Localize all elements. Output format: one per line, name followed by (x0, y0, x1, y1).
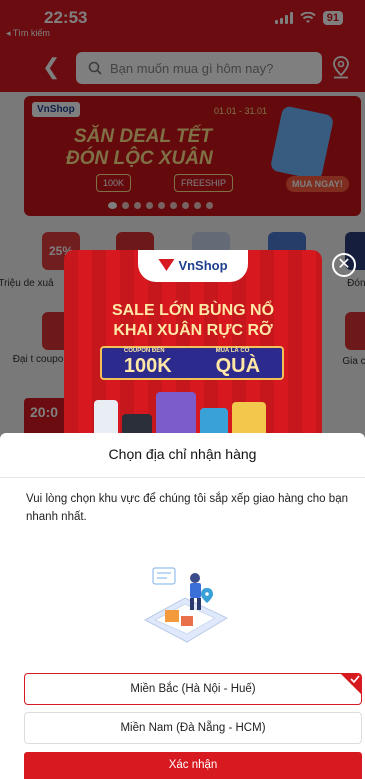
promo-popup[interactable]: VnShop SALE LỚN BÙNG NỔ KHAI XUÂN RỰC RỠ… (64, 250, 322, 440)
popup-headline-1: SALE LỚN BÙNG NỔ (111, 302, 275, 319)
region-option-north[interactable]: Miền Bắc (Hà Nội - Huế) (24, 673, 362, 705)
region-option-south-label: Miền Nam (Đà Nẵng - HCM) (120, 722, 266, 734)
popup-coupon-banner: COUPON ĐẾN 100K MUA LÀ CÓ QUÀ (100, 346, 284, 380)
popup-gift-caption: MUA LÀ CÓ (215, 348, 250, 354)
popup-gift-value: QUÀ (215, 355, 261, 377)
sheet-description: Vui lòng chọn khu vực để chúng tôi sắp x… (26, 493, 348, 523)
confirm-button[interactable]: Xác nhận (24, 752, 362, 779)
popup-coupon: COUPON ĐẾN 100K (124, 348, 172, 378)
address-region-sheet: Chọn địa chỉ nhận hàng Vui lòng chọn khu… (0, 433, 365, 779)
popup-coupon-value: 100K (123, 355, 172, 377)
region-option-south[interactable]: Miền Nam (Đà Nẵng - HCM) (24, 712, 362, 744)
popup-headline-2: KHAI XUÂN RỰC RỠ (113, 322, 273, 339)
sheet-divider (0, 477, 365, 478)
vnshop-logo-icon (158, 259, 175, 271)
delivery-illustration-icon (143, 567, 229, 643)
popup-brand-text: VnShop (178, 257, 228, 273)
region-option-north-label: Miền Bắc (Hà Nội - Huế) (130, 683, 256, 695)
popup-gift: MUA LÀ CÓ QUÀ (216, 348, 260, 378)
close-popup-icon[interactable]: ✕ (332, 253, 356, 277)
popup-coupon-caption: COUPON ĐẾN (123, 348, 165, 354)
selected-check-icon (341, 674, 361, 694)
popup-brand-logo: VnShop (138, 250, 248, 282)
sheet-title: Chọn địa chỉ nhận hàng (108, 446, 257, 462)
